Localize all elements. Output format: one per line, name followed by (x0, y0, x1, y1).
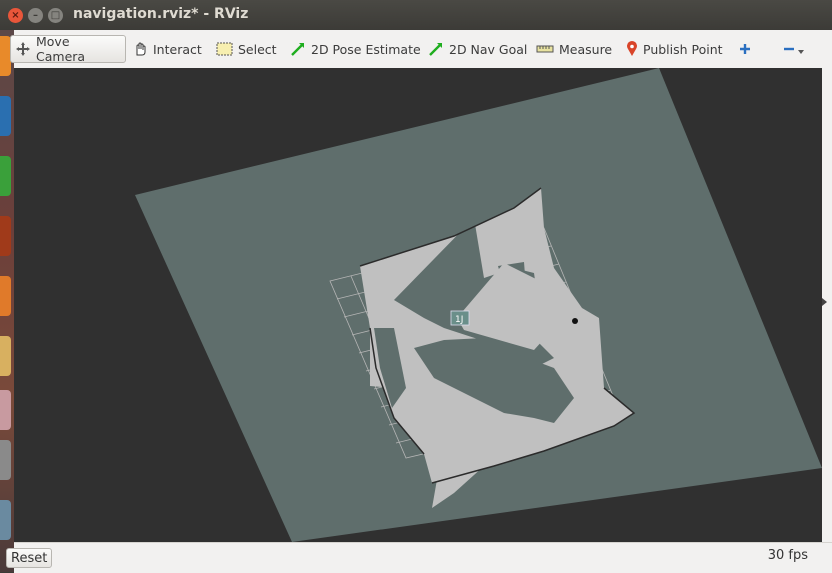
title-bar: × – □ navigation.rviz* - RViz (0, 0, 832, 30)
minimize-icon[interactable]: – (28, 8, 43, 23)
move-camera-icon (16, 42, 30, 56)
3d-render-viewport[interactable]: 1J (14, 68, 822, 542)
publish-point-label: Publish Point (643, 41, 723, 57)
fps-counter: 30 fps (767, 548, 808, 563)
measure-button[interactable]: Measure (532, 35, 616, 63)
launcher-app-impress-icon[interactable] (0, 216, 11, 256)
map-pin-icon (627, 41, 637, 56)
launcher-app-amazon-icon[interactable] (0, 336, 11, 376)
move-camera-label: Move Camera (36, 34, 86, 64)
pose-arrow-icon (291, 43, 304, 56)
minus-icon (784, 47, 804, 54)
launcher-app-settings-icon[interactable] (0, 390, 11, 430)
robot-marker (572, 318, 578, 324)
map-scene: 1J (135, 68, 822, 542)
select-label: Select (238, 41, 277, 57)
launcher-app-calc-icon[interactable] (0, 156, 11, 196)
interact-button[interactable]: Interact (128, 35, 206, 63)
remove-tool-button[interactable] (778, 35, 810, 63)
launcher-app-files-icon[interactable] (0, 96, 11, 136)
ruler-icon (536, 45, 554, 53)
select-button[interactable]: Select (212, 35, 281, 63)
hand-icon (136, 42, 146, 56)
pose-estimate-label: 2D Pose Estimate (311, 41, 421, 57)
expand-panel-arrow-icon[interactable] (822, 298, 827, 306)
launcher-app-terminal-icon[interactable] (0, 440, 11, 480)
pose-estimate-button[interactable]: 2D Pose Estimate (286, 35, 425, 63)
launcher-sidebar (0, 0, 14, 572)
nav-goal-label: 2D Nav Goal (449, 41, 528, 57)
reset-button[interactable]: Reset (6, 548, 52, 568)
publish-point-button[interactable]: Publish Point (622, 35, 727, 63)
frame-label: 1J (455, 315, 463, 325)
launcher-app-software-icon[interactable] (0, 276, 11, 316)
status-bar: Reset 30 fps (6, 542, 832, 573)
maximize-icon[interactable]: □ (48, 8, 63, 23)
move-camera-button[interactable]: Move Camera (10, 34, 126, 64)
goal-arrow-icon (429, 43, 442, 56)
window-title: navigation.rviz* - RViz (73, 6, 249, 22)
measure-label: Measure (559, 41, 613, 57)
add-tool-button[interactable] (734, 35, 756, 63)
select-box-icon (216, 42, 233, 56)
tool-toolbar: Move Camera Interact Select 2D Pose Esti… (10, 30, 832, 69)
nav-goal-button[interactable]: 2D Nav Goal (424, 35, 531, 63)
close-icon[interactable]: × (8, 8, 23, 23)
launcher-app-rviz-icon[interactable] (0, 500, 11, 540)
interact-label: Interact (153, 41, 202, 57)
plus-icon (740, 44, 750, 54)
